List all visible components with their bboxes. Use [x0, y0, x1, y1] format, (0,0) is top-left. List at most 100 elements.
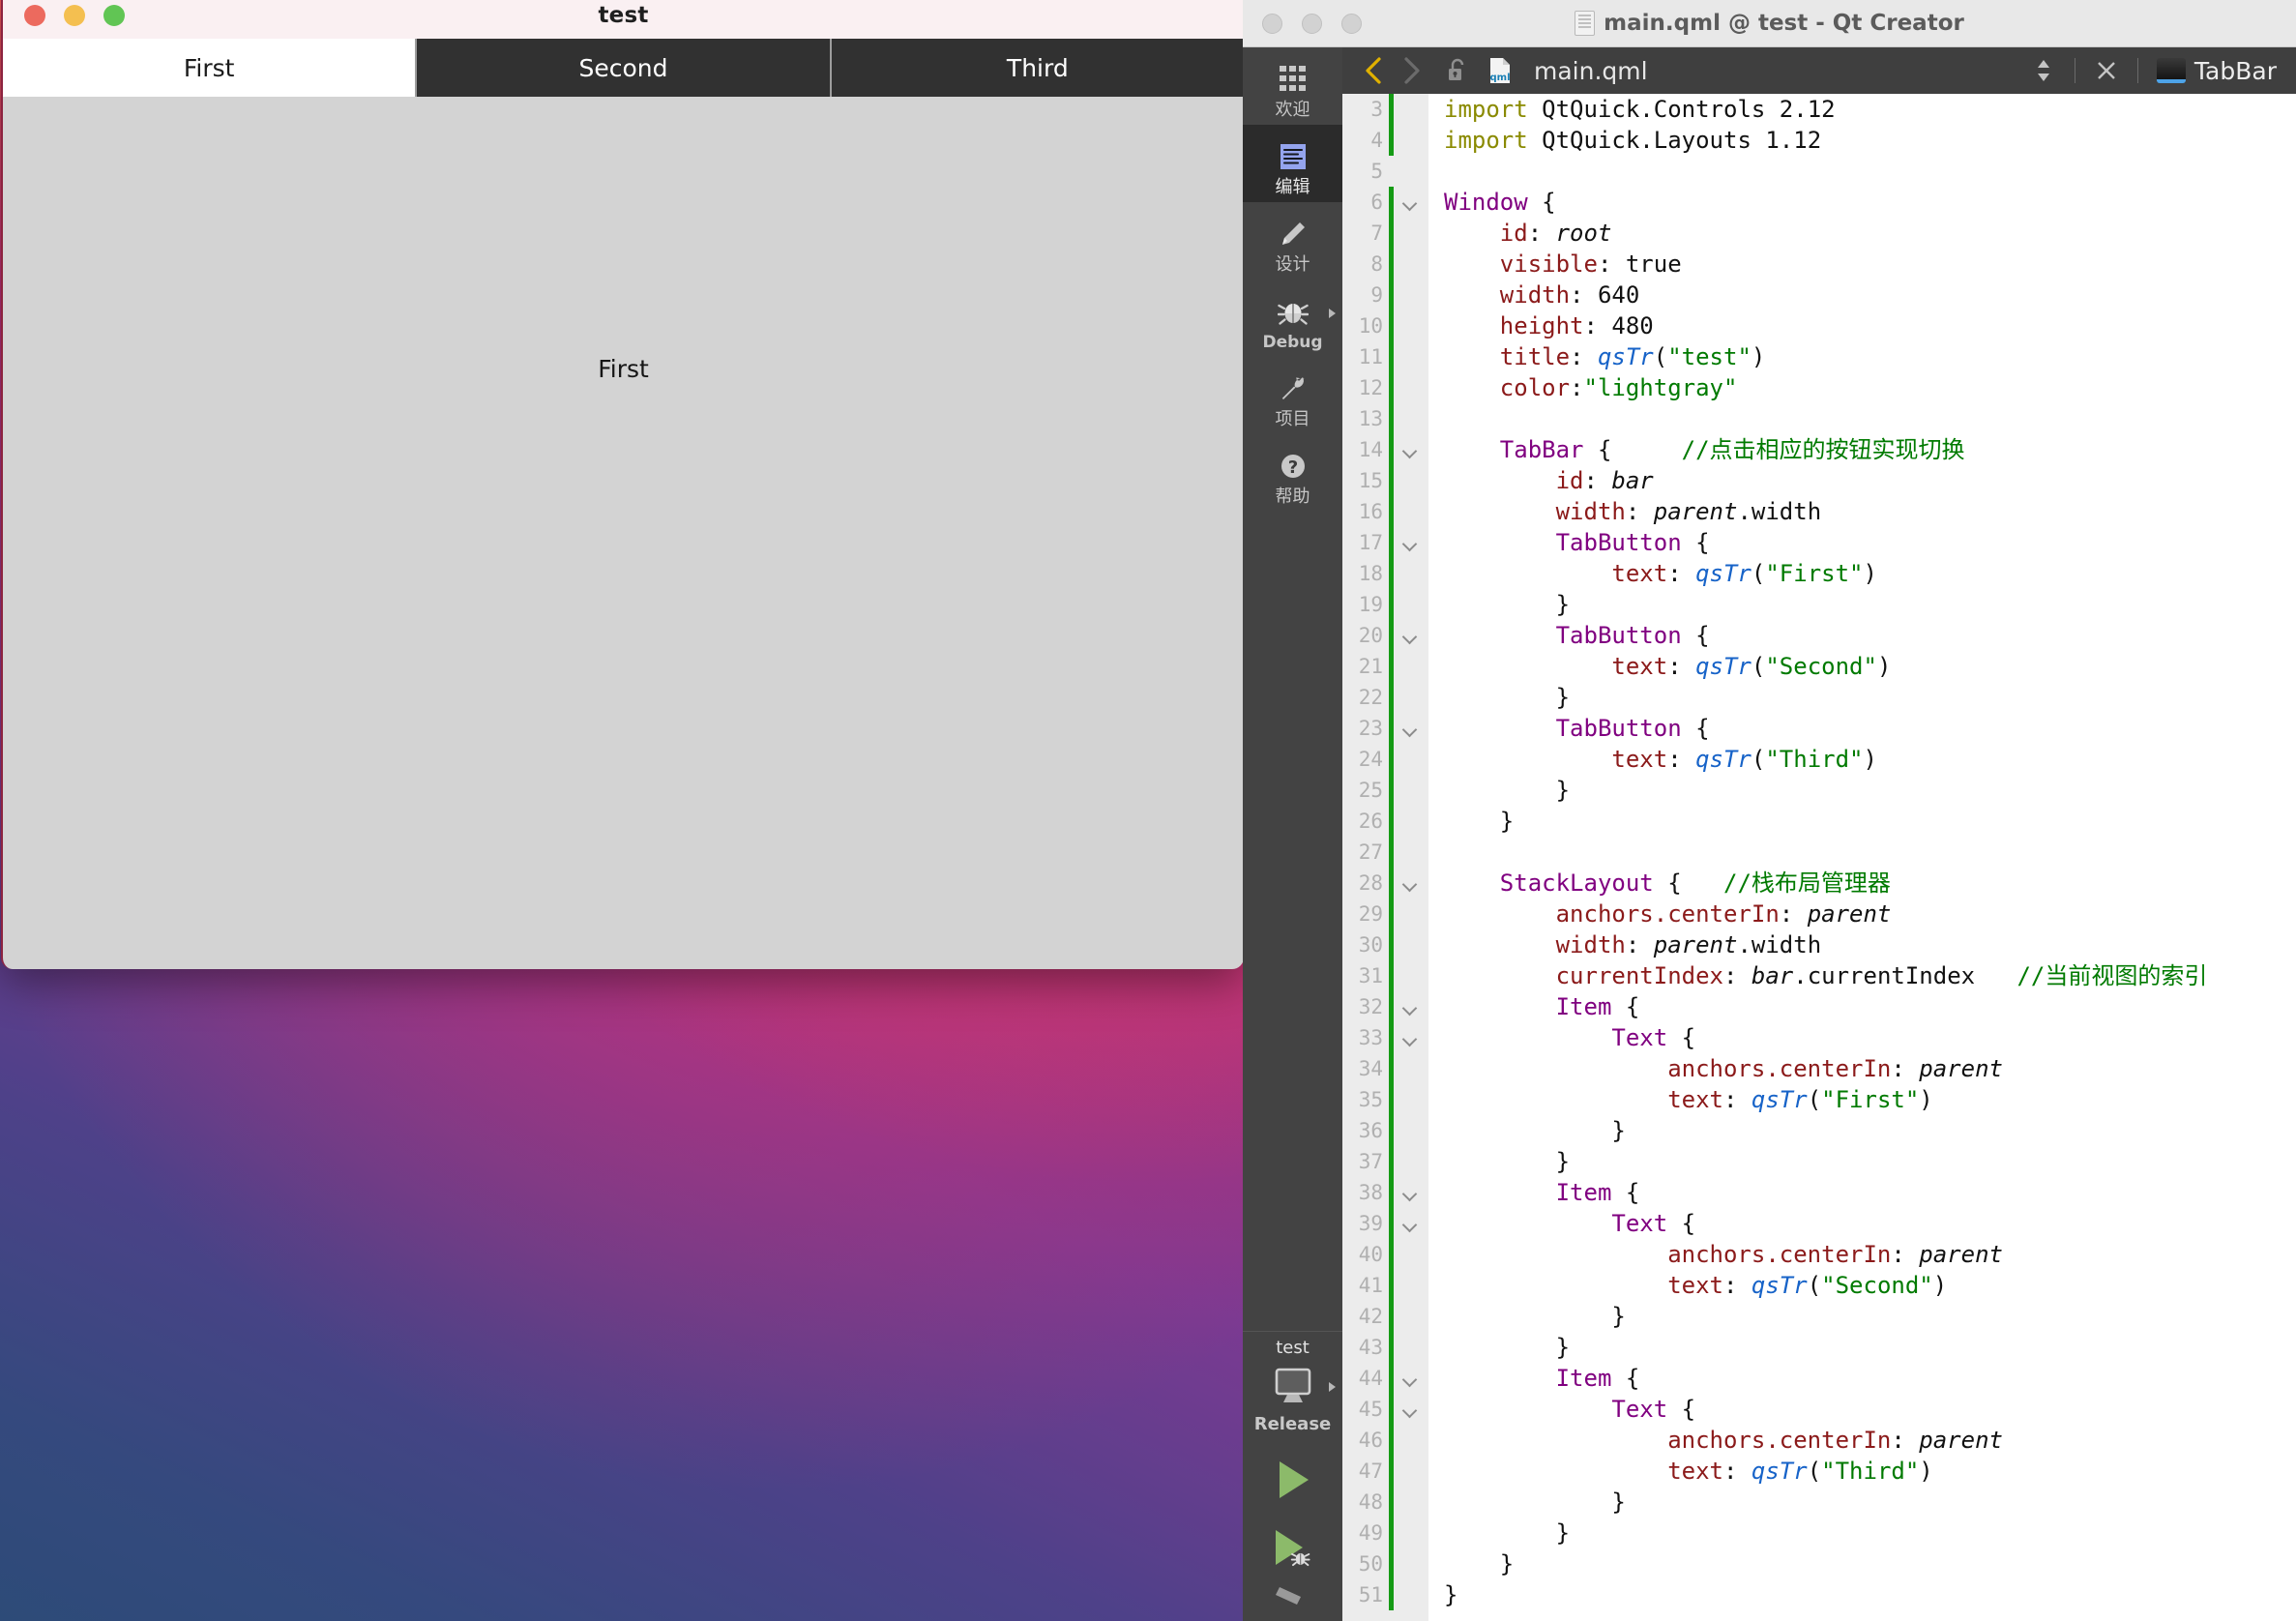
code-line[interactable]: TabButton {	[1444, 620, 2296, 651]
code-line[interactable]: TabBar { //点击相应的按钮实现切换	[1444, 434, 2296, 465]
fold-chevron-icon[interactable]	[1394, 1177, 1428, 1208]
kit-selector[interactable]: test Release	[1243, 1338, 1342, 1444]
code-line[interactable]: text: qsTr("First")	[1444, 558, 2296, 589]
line-number: 16	[1358, 500, 1383, 523]
code-line[interactable]: }	[1444, 1301, 2296, 1332]
code-line[interactable]: height: 480	[1444, 310, 2296, 341]
debug-button[interactable]	[1243, 1516, 1342, 1583]
code-line[interactable]: text: qsTr("First")	[1444, 1084, 2296, 1115]
code-text[interactable]: import QtQuick.Controls 2.12 import QtQui…	[1428, 94, 2296, 1621]
code-line[interactable]: width: parent.width	[1444, 496, 2296, 527]
fold-chevron-icon[interactable]	[1394, 434, 1428, 465]
forward-arrow-icon	[1393, 47, 1429, 94]
fold-chevron-icon[interactable]	[1394, 187, 1428, 218]
code-line[interactable]: }	[1444, 806, 2296, 837]
code-line[interactable]: Item {	[1444, 1177, 2296, 1208]
code-line[interactable]: }	[1444, 1487, 2296, 1518]
code-line[interactable]: import QtQuick.Layouts 1.12	[1444, 125, 2296, 156]
run-button[interactable]	[1243, 1444, 1342, 1516]
editor-filename[interactable]: main.qml	[1534, 57, 1648, 85]
code-line[interactable]	[1444, 403, 2296, 434]
creator-window-title-wrap: main.qml @ test - Qt Creator	[1243, 11, 2296, 36]
sidebar-item-edit[interactable]: 编辑	[1243, 125, 1342, 202]
code-line[interactable]: text: qsTr("Second")	[1444, 1270, 2296, 1301]
fold-chevron-icon[interactable]	[1394, 1022, 1428, 1053]
code-line[interactable]: currentIndex: bar.currentIndex //当前视图的索引	[1444, 960, 2296, 991]
code-line[interactable]: TabButton {	[1444, 527, 2296, 558]
updown-chevrons-icon[interactable]	[2025, 47, 2062, 94]
chevron-right-icon[interactable]	[1329, 309, 1336, 318]
code-line[interactable]: }	[1444, 682, 2296, 713]
code-line[interactable]: }	[1444, 589, 2296, 620]
code-line[interactable]: Item {	[1444, 991, 2296, 1022]
outline-selector[interactable]: TabBar	[2156, 57, 2282, 85]
code-line[interactable]: id: root	[1444, 218, 2296, 249]
fold-chevron-icon[interactable]	[1394, 1363, 1428, 1394]
creator-window-title: main.qml @ test - Qt Creator	[1604, 11, 1964, 36]
code-line[interactable]: Item {	[1444, 1363, 2296, 1394]
code-line[interactable]: import QtQuick.Controls 2.12	[1444, 94, 2296, 125]
app-tab-first[interactable]: First	[3, 39, 418, 97]
app-tab-third[interactable]: Third	[831, 39, 1244, 97]
fold-chevron-icon[interactable]	[1394, 991, 1428, 1022]
code-line[interactable]: Text {	[1444, 1022, 2296, 1053]
fold-chevron-icon[interactable]	[1394, 527, 1428, 558]
code-line[interactable]: title: qsTr("test")	[1444, 341, 2296, 372]
code-token: }	[1444, 1519, 1571, 1547]
code-line[interactable]: }	[1444, 775, 2296, 806]
code-editor[interactable]: 3 4 5 6 7 8 9 10 11 12 13 14 15 16 17 18 19 20 21 22 23 24 25 2…	[1342, 94, 2296, 1621]
code-line[interactable]: width: parent.width	[1444, 929, 2296, 960]
code-line[interactable]: anchors.centerIn: parent	[1444, 899, 2296, 929]
sidebar-item-projects[interactable]: 项目	[1243, 357, 1342, 434]
code-line[interactable]: }	[1444, 1115, 2296, 1146]
code-token: text	[1444, 1272, 1723, 1299]
fold-chevron-icon[interactable]	[1394, 1208, 1428, 1239]
code-line[interactable]: }	[1444, 1548, 2296, 1579]
code-line[interactable]: TabButton {	[1444, 713, 2296, 744]
sidebar-item-design[interactable]: 设计	[1243, 202, 1342, 280]
code-line[interactable]: visible: true	[1444, 249, 2296, 280]
code-line[interactable]	[1444, 837, 2296, 868]
sidebar-item-welcome[interactable]: 欢迎	[1243, 47, 1342, 125]
code-line[interactable]	[1444, 156, 2296, 187]
code-line[interactable]: id: bar	[1444, 465, 2296, 496]
code-line[interactable]: anchors.centerIn: parent	[1444, 1053, 2296, 1084]
code-line[interactable]: text: qsTr("Third")	[1444, 744, 2296, 775]
back-arrow-icon[interactable]	[1356, 47, 1393, 94]
code-line[interactable]: Text {	[1444, 1208, 2296, 1239]
fold-chevron-icon[interactable]	[1394, 713, 1428, 744]
sidebar-item-help[interactable]: ? 帮助	[1243, 434, 1342, 512]
code-line[interactable]: }	[1444, 1579, 2296, 1610]
sidebar-item-debug[interactable]: Debug	[1243, 280, 1342, 357]
code-line[interactable]: anchors.centerIn: parent	[1444, 1239, 2296, 1270]
code-token: {	[1653, 869, 1723, 897]
app-tab-second[interactable]: Second	[417, 39, 832, 97]
line-number: 27	[1358, 840, 1383, 864]
app-titlebar[interactable]: test	[3, 0, 1244, 39]
code-line[interactable]: }	[1444, 1146, 2296, 1177]
creator-titlebar[interactable]: main.qml @ test - Qt Creator	[1243, 0, 2296, 47]
fold-indicator-column[interactable]	[1394, 94, 1428, 1621]
code-line[interactable]: text: qsTr("Third")	[1444, 1456, 2296, 1487]
build-button[interactable]	[1243, 1583, 1342, 1621]
code-token: //栈布局管理器	[1723, 869, 1891, 897]
code-line[interactable]: anchors.centerIn: parent	[1444, 1425, 2296, 1456]
code-line[interactable]: color:"lightgray"	[1444, 372, 2296, 403]
code-line[interactable]: width: 640	[1444, 280, 2296, 310]
kit-chevron-right-icon[interactable]	[1329, 1382, 1336, 1392]
code-line[interactable]: Text {	[1444, 1394, 2296, 1425]
code-line[interactable]: }	[1444, 1332, 2296, 1363]
code-line[interactable]: text: qsTr("Second")	[1444, 651, 2296, 682]
code-line[interactable]: StackLayout { //栈布局管理器	[1444, 868, 2296, 899]
line-number: 8	[1370, 252, 1383, 276]
fold-chevron-icon[interactable]	[1394, 620, 1428, 651]
fold-chevron-icon[interactable]	[1394, 1394, 1428, 1425]
close-icon[interactable]	[2088, 47, 2125, 94]
fold-chevron-icon[interactable]	[1394, 868, 1428, 899]
code-line[interactable]: }	[1444, 1518, 2296, 1548]
unlock-icon[interactable]	[1439, 47, 1476, 94]
code-line[interactable]: Window {	[1444, 187, 2296, 218]
